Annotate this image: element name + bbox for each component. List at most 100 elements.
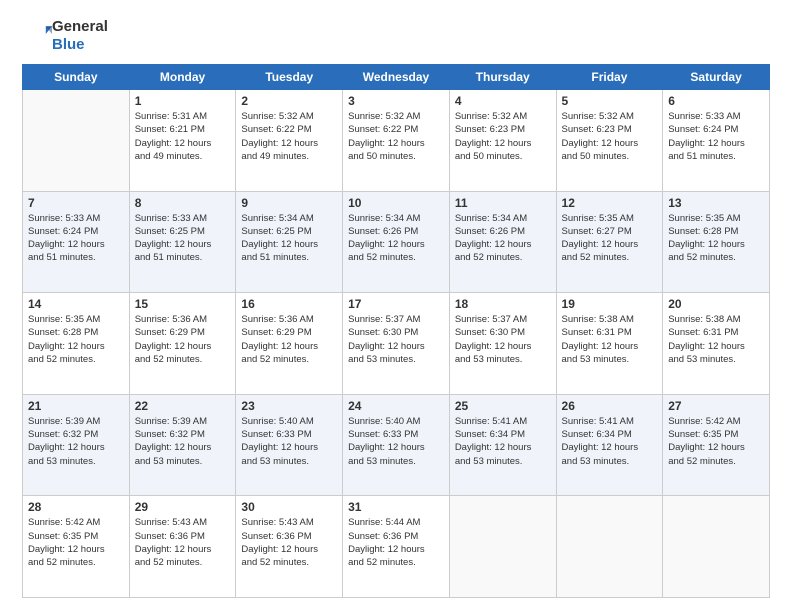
- day-details: Sunrise: 5:32 AM Sunset: 6:22 PM Dayligh…: [348, 110, 444, 163]
- calendar-cell: 13Sunrise: 5:35 AM Sunset: 6:28 PM Dayli…: [663, 191, 770, 293]
- day-details: Sunrise: 5:32 AM Sunset: 6:22 PM Dayligh…: [241, 110, 337, 163]
- calendar-cell: [556, 496, 663, 598]
- calendar-cell: 31 Sunrise: 5:44 AM Sunset: 6:36 PM Dayli…: [343, 496, 450, 598]
- calendar-week-row: 7 Sunrise: 5:33 AM Sunset: 6:24 PM Daylig…: [23, 191, 770, 293]
- calendar-cell: 8 Sunrise: 5:33 AM Sunset: 6:25 PM Daylig…: [129, 191, 236, 293]
- calendar-cell: 18Sunrise: 5:37 AM Sunset: 6:30 PM Dayli…: [449, 293, 556, 395]
- col-header-wednesday: Wednesday: [343, 65, 450, 90]
- col-header-saturday: Saturday: [663, 65, 770, 90]
- logo-blue: Blue: [52, 36, 85, 53]
- calendar-cell: 27 Sunrise: 5:42 AM Sunset: 6:35 PM Dayli…: [663, 394, 770, 496]
- calendar-cell: 26Sunrise: 5:41 AM Sunset: 6:34 PM Dayli…: [556, 394, 663, 496]
- day-number: 28: [28, 500, 124, 514]
- calendar-cell: 2 Sunrise: 5:32 AM Sunset: 6:22 PM Daylig…: [236, 90, 343, 192]
- day-details: Sunrise: 5:36 AM Sunset: 6:29 PM Dayligh…: [135, 313, 231, 366]
- day-number: 31: [348, 500, 444, 514]
- calendar-cell: 5 Sunrise: 5:32 AM Sunset: 6:23 PM Daylig…: [556, 90, 663, 192]
- calendar-cell: 23 Sunrise: 5:40 AM Sunset: 6:33 PM Dayli…: [236, 394, 343, 496]
- calendar-cell: 9Sunrise: 5:34 AM Sunset: 6:25 PM Daylig…: [236, 191, 343, 293]
- calendar-cell: 6Sunrise: 5:33 AM Sunset: 6:24 PM Daylig…: [663, 90, 770, 192]
- calendar-table: SundayMondayTuesdayWednesdayThursdayFrid…: [22, 64, 770, 598]
- calendar-cell: 7 Sunrise: 5:33 AM Sunset: 6:24 PM Daylig…: [23, 191, 130, 293]
- day-number: 30: [241, 500, 337, 514]
- day-number: 3: [348, 94, 444, 108]
- day-number: 29: [135, 500, 231, 514]
- day-number: 5: [562, 94, 658, 108]
- day-details: Sunrise: 5:42 AM Sunset: 6:35 PM Dayligh…: [28, 516, 124, 569]
- day-number: 23: [241, 399, 337, 413]
- calendar-week-row: 28 Sunrise: 5:42 AM Sunset: 6:35 PM Dayli…: [23, 496, 770, 598]
- day-number: 19: [562, 297, 658, 311]
- day-number: 4: [455, 94, 551, 108]
- day-number: 14: [28, 297, 124, 311]
- day-details: Sunrise: 5:39 AM Sunset: 6:32 PM Dayligh…: [135, 415, 231, 468]
- calendar-cell: [663, 496, 770, 598]
- calendar-cell: 30Sunrise: 5:43 AM Sunset: 6:36 PM Dayli…: [236, 496, 343, 598]
- day-number: 21: [28, 399, 124, 413]
- calendar-cell: 17 Sunrise: 5:37 AM Sunset: 6:30 PM Dayli…: [343, 293, 450, 395]
- day-details: Sunrise: 5:34 AM Sunset: 6:25 PM Dayligh…: [241, 212, 337, 265]
- calendar-cell: 3 Sunrise: 5:32 AM Sunset: 6:22 PM Daylig…: [343, 90, 450, 192]
- col-header-sunday: Sunday: [23, 65, 130, 90]
- calendar-header-row: SundayMondayTuesdayWednesdayThursdayFrid…: [23, 65, 770, 90]
- day-number: 7: [28, 196, 124, 210]
- day-number: 16: [241, 297, 337, 311]
- day-details: Sunrise: 5:35 AM Sunset: 6:27 PM Dayligh…: [562, 212, 658, 265]
- day-number: 24: [348, 399, 444, 413]
- calendar-cell: 15 Sunrise: 5:36 AM Sunset: 6:29 PM Dayli…: [129, 293, 236, 395]
- day-number: 17: [348, 297, 444, 311]
- calendar-cell: 21 Sunrise: 5:39 AM Sunset: 6:32 PM Dayli…: [23, 394, 130, 496]
- day-details: Sunrise: 5:38 AM Sunset: 6:31 PM Dayligh…: [668, 313, 764, 366]
- day-details: Sunrise: 5:34 AM Sunset: 6:26 PM Dayligh…: [455, 212, 551, 265]
- day-details: Sunrise: 5:36 AM Sunset: 6:29 PM Dayligh…: [241, 313, 337, 366]
- calendar-cell: [449, 496, 556, 598]
- calendar-cell: 24 Sunrise: 5:40 AM Sunset: 6:33 PM Dayli…: [343, 394, 450, 496]
- day-number: 25: [455, 399, 551, 413]
- day-details: Sunrise: 5:35 AM Sunset: 6:28 PM Dayligh…: [668, 212, 764, 265]
- day-number: 2: [241, 94, 337, 108]
- calendar-cell: 12Sunrise: 5:35 AM Sunset: 6:27 PM Dayli…: [556, 191, 663, 293]
- day-details: Sunrise: 5:42 AM Sunset: 6:35 PM Dayligh…: [668, 415, 764, 468]
- day-number: 6: [668, 94, 764, 108]
- day-details: Sunrise: 5:37 AM Sunset: 6:30 PM Dayligh…: [455, 313, 551, 366]
- calendar-cell: 1 Sunrise: 5:31 AM Sunset: 6:21 PM Daylig…: [129, 90, 236, 192]
- day-number: 8: [135, 196, 231, 210]
- day-details: Sunrise: 5:37 AM Sunset: 6:30 PM Dayligh…: [348, 313, 444, 366]
- calendar-cell: 11Sunrise: 5:34 AM Sunset: 6:26 PM Dayli…: [449, 191, 556, 293]
- calendar-week-row: 14Sunrise: 5:35 AM Sunset: 6:28 PM Dayli…: [23, 293, 770, 395]
- calendar-cell: [23, 90, 130, 192]
- calendar-cell: 14Sunrise: 5:35 AM Sunset: 6:28 PM Dayli…: [23, 293, 130, 395]
- day-details: Sunrise: 5:34 AM Sunset: 6:26 PM Dayligh…: [348, 212, 444, 265]
- day-details: Sunrise: 5:40 AM Sunset: 6:33 PM Dayligh…: [348, 415, 444, 468]
- day-details: Sunrise: 5:33 AM Sunset: 6:25 PM Dayligh…: [135, 212, 231, 265]
- day-number: 22: [135, 399, 231, 413]
- header: General Blue: [22, 18, 770, 54]
- calendar-week-row: 1 Sunrise: 5:31 AM Sunset: 6:21 PM Daylig…: [23, 90, 770, 192]
- calendar-cell: 10 Sunrise: 5:34 AM Sunset: 6:26 PM Dayli…: [343, 191, 450, 293]
- logo-icon: [24, 20, 52, 48]
- calendar-cell: 20Sunrise: 5:38 AM Sunset: 6:31 PM Dayli…: [663, 293, 770, 395]
- col-header-thursday: Thursday: [449, 65, 556, 90]
- day-number: 15: [135, 297, 231, 311]
- logo-general: General: [52, 18, 108, 35]
- day-number: 10: [348, 196, 444, 210]
- day-details: Sunrise: 5:32 AM Sunset: 6:23 PM Dayligh…: [562, 110, 658, 163]
- col-header-monday: Monday: [129, 65, 236, 90]
- day-details: Sunrise: 5:38 AM Sunset: 6:31 PM Dayligh…: [562, 313, 658, 366]
- day-details: Sunrise: 5:44 AM Sunset: 6:36 PM Dayligh…: [348, 516, 444, 569]
- calendar-cell: 25 Sunrise: 5:41 AM Sunset: 6:34 PM Dayli…: [449, 394, 556, 496]
- day-details: Sunrise: 5:39 AM Sunset: 6:32 PM Dayligh…: [28, 415, 124, 468]
- calendar-cell: 4 Sunrise: 5:32 AM Sunset: 6:23 PM Daylig…: [449, 90, 556, 192]
- day-details: Sunrise: 5:43 AM Sunset: 6:36 PM Dayligh…: [135, 516, 231, 569]
- page: General Blue SundayMondayTuesdayWednesda…: [0, 0, 792, 612]
- day-details: Sunrise: 5:31 AM Sunset: 6:21 PM Dayligh…: [135, 110, 231, 163]
- calendar-cell: 19 Sunrise: 5:38 AM Sunset: 6:31 PM Dayli…: [556, 293, 663, 395]
- day-number: 27: [668, 399, 764, 413]
- day-number: 1: [135, 94, 231, 108]
- day-details: Sunrise: 5:41 AM Sunset: 6:34 PM Dayligh…: [455, 415, 551, 468]
- day-details: Sunrise: 5:33 AM Sunset: 6:24 PM Dayligh…: [28, 212, 124, 265]
- calendar-cell: 28 Sunrise: 5:42 AM Sunset: 6:35 PM Dayli…: [23, 496, 130, 598]
- calendar-week-row: 21 Sunrise: 5:39 AM Sunset: 6:32 PM Dayli…: [23, 394, 770, 496]
- day-details: Sunrise: 5:32 AM Sunset: 6:23 PM Dayligh…: [455, 110, 551, 163]
- day-details: Sunrise: 5:40 AM Sunset: 6:33 PM Dayligh…: [241, 415, 337, 468]
